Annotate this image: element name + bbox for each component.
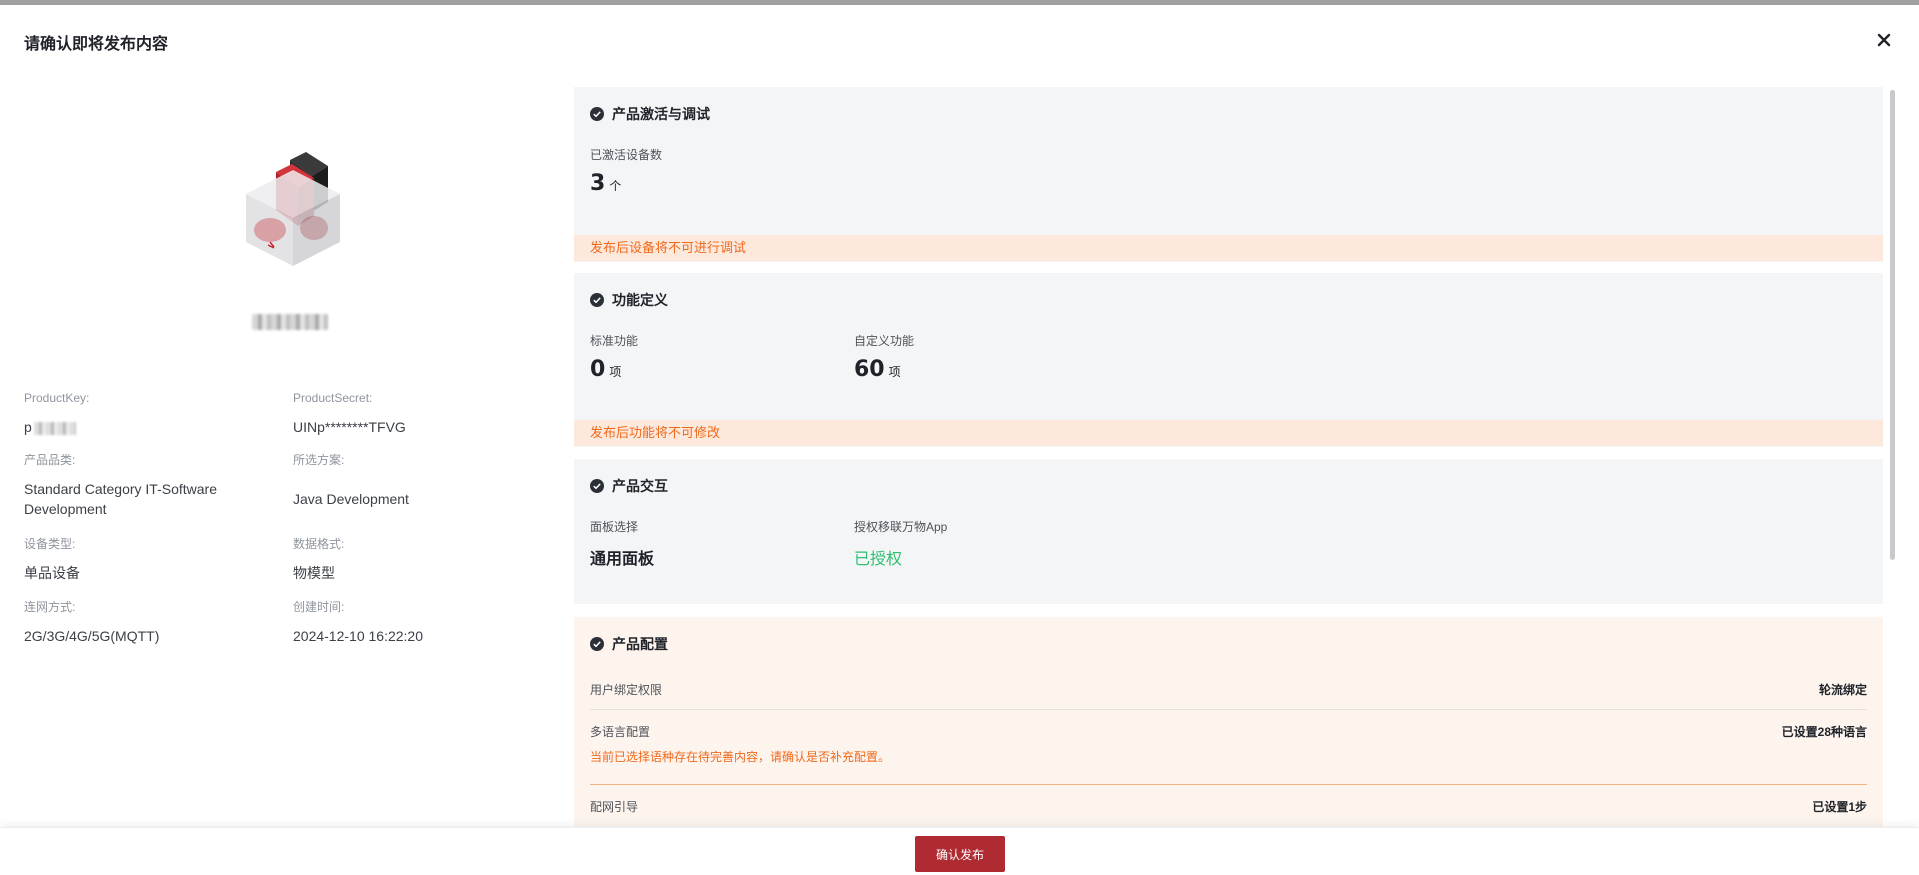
metric-app-authorization: 授权移联万物App 已授权 (854, 520, 948, 568)
activation-warning: 发布后设备将不可进行调试 (574, 235, 1883, 261)
info-category: 产品品类: Standard Category IT-Software Deve… (24, 453, 217, 517)
info-network: 连网方式: 2G/3G/4G/5G(MQTT) (24, 600, 160, 644)
product-secret-value: UINp********TFVG (293, 419, 406, 435)
info-solution: 所选方案: Java Development (293, 453, 409, 507)
metric-panel-selection: 面板选择 通用面板 (590, 520, 655, 568)
product-key-value: p (24, 419, 32, 435)
modal-title: 请确认即将发布内容 (24, 36, 169, 53)
section-title: 产品交互 (612, 478, 668, 494)
check-circle-icon (590, 107, 604, 121)
close-icon (1877, 33, 1891, 47)
info-created-time: 创建时间: 2024-12-10 16:22:20 (293, 600, 423, 644)
product-image (238, 150, 348, 270)
section-title: 产品激活与调试 (612, 106, 710, 122)
config-row-language: 多语言配置 已设置28种语言 当前已选择语种存在待完善内容，请确认是否补充配置。 (590, 725, 1867, 764)
section-title: 产品配置 (612, 636, 668, 652)
product-name (252, 314, 328, 330)
product-key-masked (33, 421, 76, 435)
section-config: 产品配置 用户绑定权限 轮流绑定 多语言配置 已设置28种语言 当前已选择语种存… (574, 617, 1883, 827)
info-data-format: 数据格式: 物模型 (293, 537, 345, 581)
close-button[interactable] (1870, 26, 1898, 54)
section-functions: 功能定义 标准功能 0 项 自定义功能 60 项 发布后功能将不可修改 (574, 273, 1883, 447)
check-circle-icon (590, 637, 604, 651)
publish-content-panel[interactable]: 产品激活与调试 已激活设备数 3 个 发布后设备将不可进行调试 功能定义 标准功… (574, 87, 1883, 827)
check-circle-icon (590, 479, 604, 493)
metric-standard-functions: 标准功能 0 项 (590, 334, 639, 382)
window-top-strip (0, 0, 1919, 5)
functions-warning: 发布后功能将不可修改 (574, 420, 1883, 446)
info-product-key: ProductKey: p (24, 391, 90, 435)
section-interaction: 产品交互 面板选择 通用面板 授权移联万物App 已授权 (574, 459, 1883, 604)
config-row-network-guide: 配网引导 已设置1步 (590, 800, 1867, 814)
check-circle-icon (590, 293, 604, 307)
language-warning: 当前已选择语种存在待完善内容，请确认是否补充配置。 (590, 750, 891, 764)
modal-footer: 确认发布 (0, 827, 1919, 875)
info-device-type: 设备类型: 单品设备 (24, 537, 80, 581)
section-activation: 产品激活与调试 已激活设备数 3 个 发布后设备将不可进行调试 (574, 87, 1883, 262)
confirm-publish-button[interactable]: 确认发布 (915, 836, 1005, 872)
config-divider (590, 784, 1867, 785)
metric-activated-devices: 已激活设备数 3 个 (590, 148, 663, 196)
config-row-binding: 用户绑定权限 轮流绑定 (590, 683, 1867, 697)
info-product-secret: ProductSecret: UINp********TFVG (293, 390, 543, 437)
section-title: 功能定义 (612, 292, 668, 308)
authorized-status: 已授权 (854, 551, 903, 568)
metric-custom-functions: 自定义功能 60 项 (854, 334, 915, 382)
vertical-scrollbar[interactable] (1890, 90, 1895, 560)
config-divider (590, 709, 1867, 710)
